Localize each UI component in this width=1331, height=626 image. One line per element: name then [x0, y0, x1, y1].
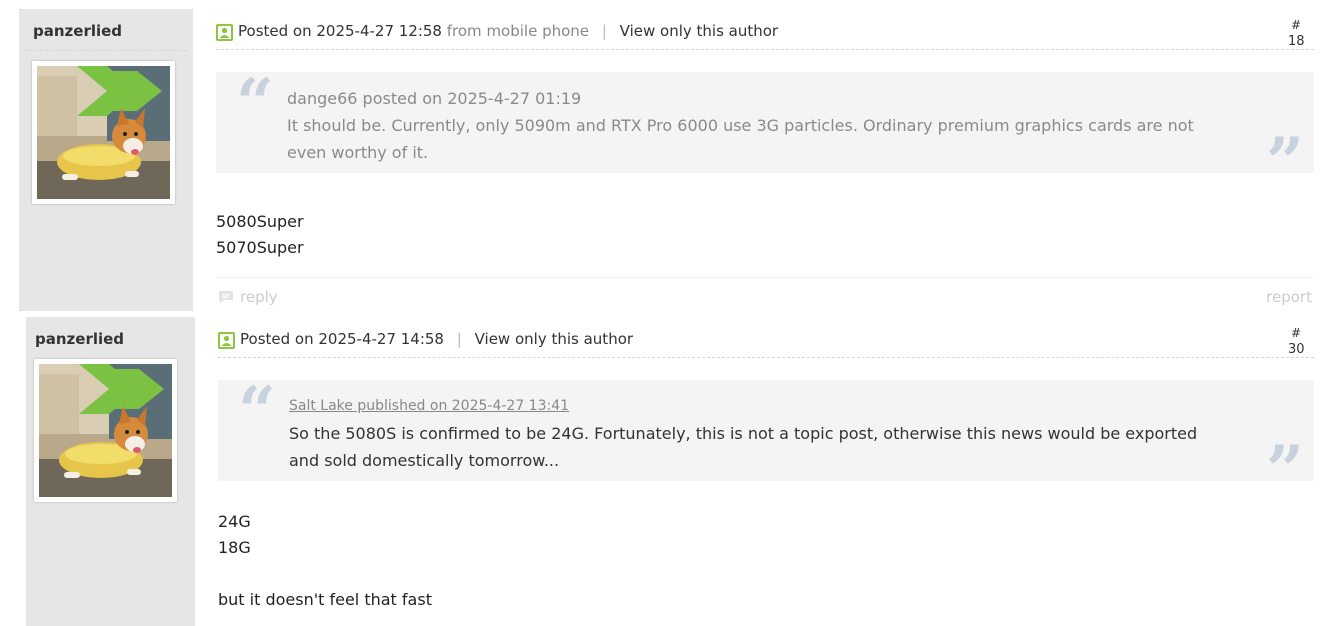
post-floor-18: panzerlied Posted on 2025-4-27 12:58 fro…: [0, 9, 1331, 311]
post-content: Posted on 2025-4-27 12:58 from mobile ph…: [216, 9, 1314, 311]
reply-icon: [219, 291, 233, 303]
separator: |: [456, 330, 462, 348]
quote-text: So the 5080S is confirmed to be 24G. For…: [289, 424, 1198, 470]
divider: [216, 277, 1314, 278]
view-only-author-link[interactable]: View only this author: [475, 330, 633, 348]
floor-number[interactable]: # 18: [1288, 18, 1305, 49]
post-source: from mobile phone: [446, 22, 590, 40]
post-floor-30: panzerlied Posted on 2025-4-27 14:58 | V…: [0, 317, 1331, 626]
post-content: Posted on 2025-4-27 14:58 | View only th…: [218, 317, 1314, 626]
quote-source: dange66 posted on 2025-4-27 01:19: [287, 89, 582, 108]
floor-mark: #: [1290, 18, 1302, 32]
post-timestamp: Posted on 2025-4-27 12:58: [238, 22, 442, 40]
post-header: Posted on 2025-4-27 12:58 from mobile ph…: [216, 18, 1314, 49]
body-line: 18G: [218, 538, 251, 557]
post-footer: reply report: [216, 287, 1314, 309]
quote-open-icon: “: [238, 372, 276, 450]
body-line: 24G: [218, 512, 251, 531]
quote-block: “ dange66 posted on 2025-4-27 01:19 It s…: [216, 64, 1314, 195]
floor-value: 18: [1288, 34, 1305, 49]
user-icon: [218, 332, 235, 349]
post-timestamp: Posted on 2025-4-27 14:58: [240, 330, 444, 348]
author-name[interactable]: panzerlied: [35, 330, 124, 348]
post-header: Posted on 2025-4-27 14:58 | View only th…: [218, 326, 1314, 357]
post-body: 24G 18G but it doesn't feel that fast: [218, 509, 432, 613]
author-name[interactable]: panzerlied: [33, 22, 122, 40]
floor-mark: #: [1290, 326, 1302, 340]
avatar[interactable]: [32, 61, 175, 204]
reply-button[interactable]: reply: [240, 288, 278, 306]
floor-number[interactable]: # 30: [1288, 326, 1305, 357]
quote-block: “ Salt Lake published on 2025-4-27 13:41…: [218, 372, 1314, 503]
body-line: but it doesn't feel that fast: [218, 590, 432, 609]
post-body: 5080Super 5070Super: [216, 209, 304, 261]
view-only-author-link[interactable]: View only this author: [620, 22, 778, 40]
body-blank-line: [218, 561, 432, 587]
divider: [216, 49, 1314, 50]
author-sidebar: panzerlied: [19, 9, 193, 311]
quote-text: It should be. Currently, only 5090m and …: [287, 116, 1194, 162]
body-line: 5070Super: [216, 238, 304, 257]
quote-close-icon: ”: [1266, 123, 1304, 201]
user-icon: [216, 24, 233, 41]
author-sidebar: panzerlied: [26, 317, 195, 626]
quote-close-icon: ”: [1266, 431, 1304, 509]
quote-source-link[interactable]: Salt Lake published on 2025-4-27 13:41: [289, 393, 1224, 420]
avatar[interactable]: [34, 359, 177, 502]
divider: [218, 357, 1314, 358]
floor-value: 30: [1288, 342, 1305, 357]
avatar-image: [39, 364, 172, 497]
avatar-image: [37, 66, 170, 199]
separator: |: [601, 22, 607, 40]
quote-open-icon: “: [236, 64, 274, 142]
body-line: 5080Super: [216, 212, 304, 231]
report-link[interactable]: report: [1266, 288, 1312, 306]
divider: [25, 50, 187, 51]
